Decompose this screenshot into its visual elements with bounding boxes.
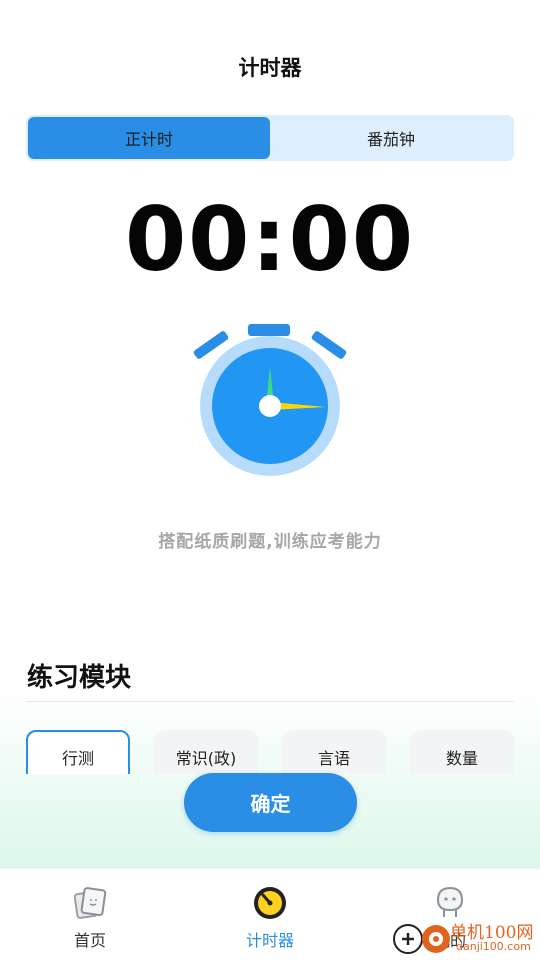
page-title: 计时器: [238, 56, 302, 80]
cards-icon: [73, 887, 107, 919]
module-list: 行测 常识(政) 言语 数量: [26, 730, 514, 774]
watermark-logo-icon: [393, 924, 450, 954]
timer-display: 00:00: [124, 188, 416, 291]
module-chip-changshi[interactable]: 常识(政): [154, 730, 258, 774]
timer-icon: [254, 887, 286, 919]
hand-pivot: [259, 395, 281, 417]
tab-pomodoro[interactable]: 番茄钟: [270, 117, 512, 159]
tab-count-up[interactable]: 正计时: [28, 117, 270, 159]
hint-text: 搭配纸质刷题,训练应考能力: [158, 532, 382, 552]
tab-timer[interactable]: 计时器: [180, 869, 360, 960]
module-chip-xingce[interactable]: 行测: [26, 730, 130, 774]
module-chip-shuliang[interactable]: 数量: [410, 730, 514, 774]
stopwatch-icon: [193, 324, 347, 476]
practice-section-title: 练习模块: [27, 663, 132, 693]
tab-timer-label: 计时器: [245, 931, 294, 950]
tab-home[interactable]: 首页: [0, 869, 180, 960]
section-divider: [26, 701, 514, 702]
module-chip-yanyu[interactable]: 言语: [282, 730, 386, 774]
mode-switch: 正计时 番茄钟: [26, 115, 514, 161]
tab-home-label: 首页: [73, 931, 106, 950]
stopwatch-crown: [248, 324, 290, 336]
profile-icon: [436, 886, 464, 917]
confirm-button[interactable]: 确定: [184, 773, 357, 832]
watermark: 单机100网 danji100.com: [392, 918, 540, 960]
watermark-url: danji100.com: [456, 940, 531, 953]
